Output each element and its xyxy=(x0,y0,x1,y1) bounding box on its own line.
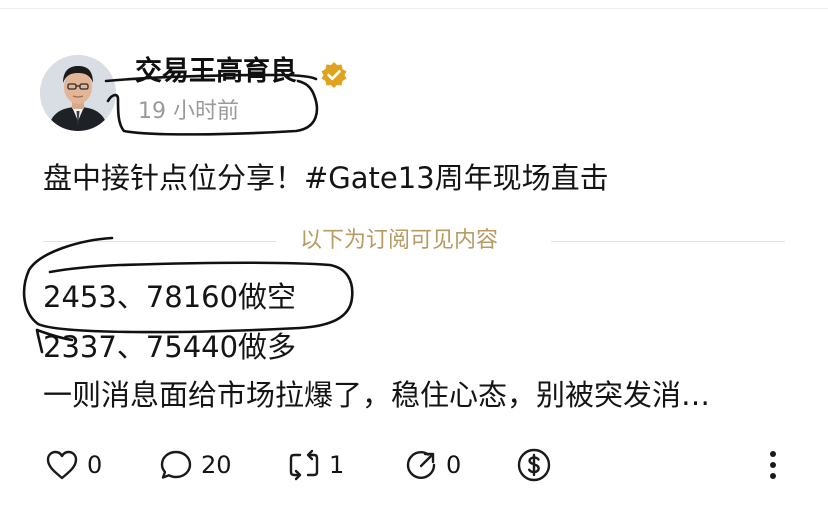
post-action-bar: 0 20 1 0 xyxy=(0,441,828,489)
quote-count: 0 xyxy=(446,451,462,479)
comment-count: 20 xyxy=(201,451,232,479)
like-count: 0 xyxy=(87,451,103,479)
content-line-short-levels: 2453、78160做空 xyxy=(43,280,297,314)
like-button[interactable]: 0 xyxy=(45,445,102,485)
quote-icon xyxy=(404,449,438,481)
repost-button[interactable]: 1 xyxy=(287,445,344,485)
comment-bubble-icon xyxy=(159,449,193,481)
post-timestamp: 19 小时前 xyxy=(138,99,239,124)
subscribe-divider-right xyxy=(551,241,785,242)
more-vertical-icon xyxy=(763,447,783,483)
dollar-coin-icon xyxy=(516,447,552,483)
subscribe-divider-label: 以下为订阅可见内容 xyxy=(300,228,499,253)
author-name[interactable]: 交易王高育良 xyxy=(135,54,297,90)
tip-button[interactable] xyxy=(516,445,552,485)
more-options-button[interactable] xyxy=(763,445,783,485)
post-card: 交易王高育良 19 小时前 盘中接针点位分享！#Gate13周年现场直击 以下为… xyxy=(0,0,828,530)
avatar[interactable] xyxy=(40,55,116,131)
heart-icon xyxy=(45,449,79,481)
post-title: 盘中接针点位分享！#Gate13周年现场直击 xyxy=(43,161,609,195)
avatar-portrait xyxy=(40,55,116,131)
verified-badge-icon xyxy=(320,61,348,89)
subscribe-divider-left xyxy=(43,241,276,242)
repost-count: 1 xyxy=(329,451,345,479)
repost-icon xyxy=(287,449,321,481)
content-line-long-levels: 2337、75440做多 xyxy=(43,330,297,364)
quote-button[interactable]: 0 xyxy=(404,445,461,485)
comment-button[interactable]: 20 xyxy=(159,445,232,485)
content-line-comment: 一则消息面给市场拉爆了，稳住心态，别被突发消… xyxy=(43,378,711,412)
